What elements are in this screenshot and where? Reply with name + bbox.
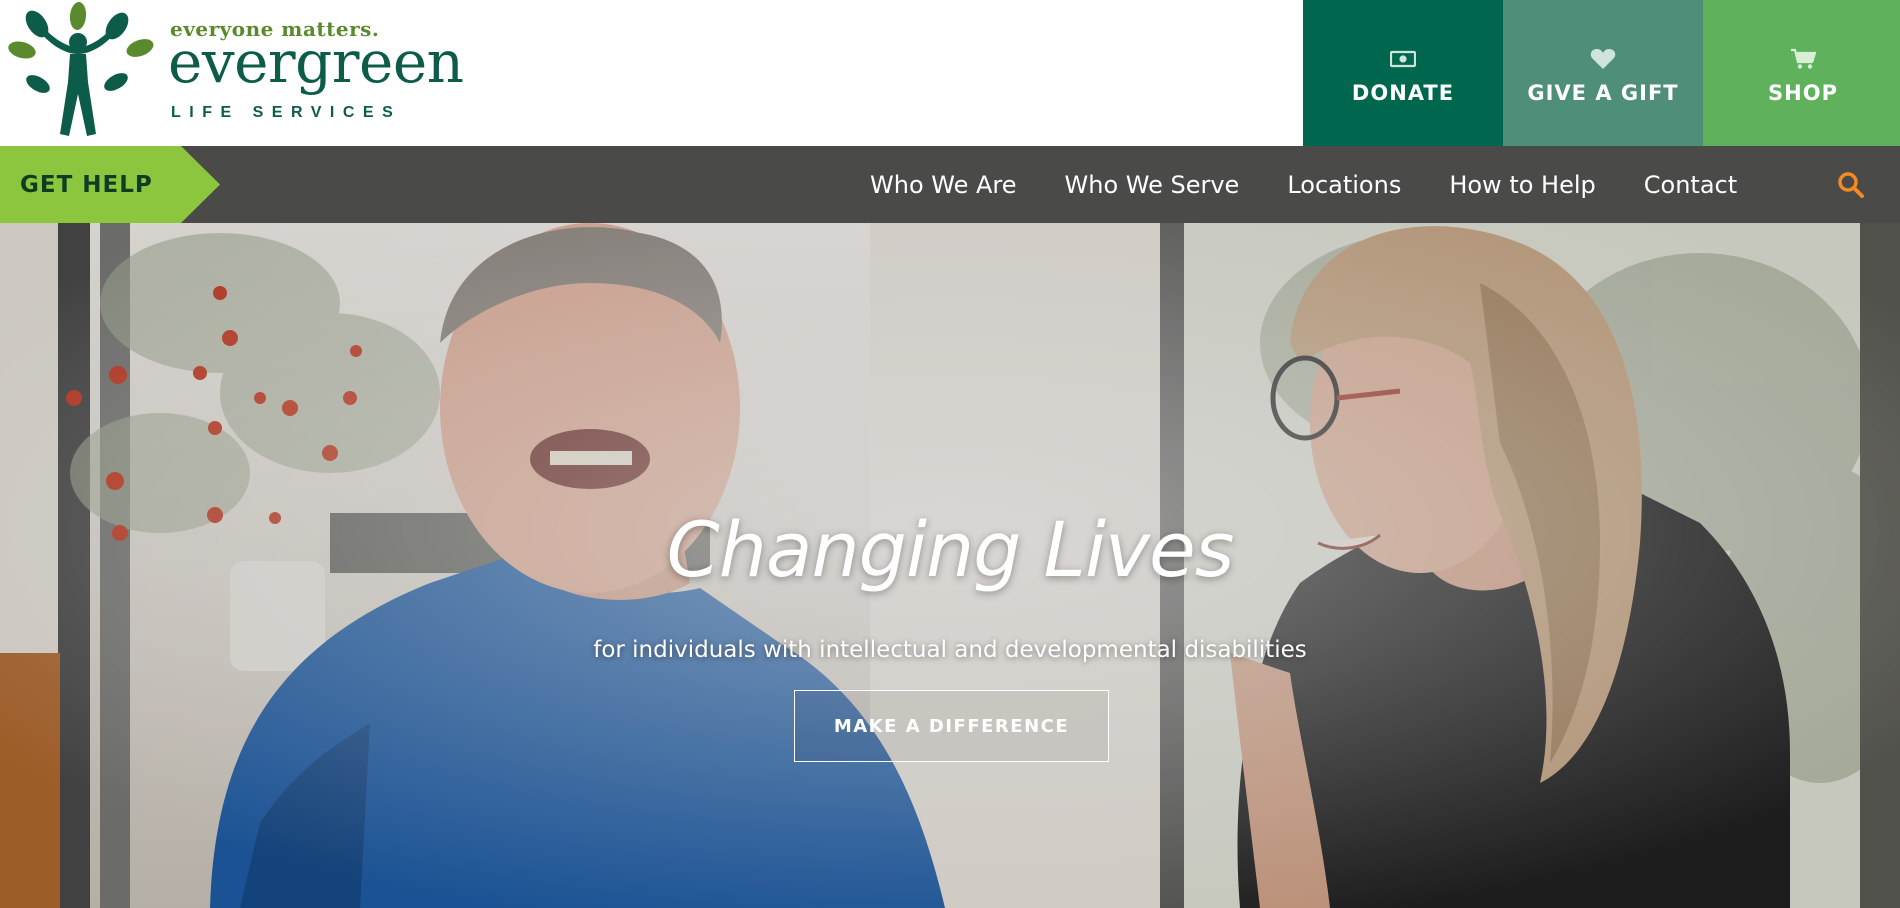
nav-link-who-we-are[interactable]: Who We Are (870, 171, 1017, 199)
search-icon[interactable] (1836, 170, 1866, 200)
nav-link-contact[interactable]: Contact (1644, 171, 1737, 199)
shop-button[interactable]: SHOP (1703, 0, 1900, 146)
nav-link-who-we-serve[interactable]: Who We Serve (1065, 171, 1240, 199)
main-navigation: GET HELP Who We Are Who We Serve Locatio… (0, 146, 1900, 223)
logo[interactable]: everyone matters. evergreen LIFE SERVICE… (8, 2, 464, 142)
nav-link-locations[interactable]: Locations (1287, 171, 1401, 199)
donate-button[interactable]: DONATE (1303, 0, 1503, 146)
nav-link-how-to-help[interactable]: How to Help (1449, 171, 1595, 199)
tree-person-logo-icon (8, 2, 154, 136)
logo-name: evergreen (168, 28, 464, 96)
make-a-difference-button[interactable]: MAKE A DIFFERENCE (794, 690, 1109, 762)
shop-label: SHOP (1768, 81, 1838, 105)
money-icon (1388, 47, 1418, 71)
get-help-label: GET HELP (20, 172, 153, 198)
hero-banner: Changing Lives for individuals with inte… (0, 223, 1900, 908)
get-help-button[interactable]: GET HELP (0, 146, 220, 223)
hero-subtitle: for individuals with intellectual and de… (593, 637, 1307, 663)
hero-title: Changing Lives (666, 505, 1235, 594)
logo-subtitle: LIFE SERVICES (171, 104, 402, 121)
heart-icon (1588, 47, 1618, 71)
donate-label: DONATE (1351, 81, 1455, 105)
top-actions: DONATE GIVE A GIFT SHOP (1303, 0, 1900, 146)
site-header: everyone matters. evergreen LIFE SERVICE… (0, 0, 1900, 146)
give-a-gift-button[interactable]: GIVE A GIFT (1503, 0, 1703, 146)
nav-links: Who We Are Who We Serve Locations How to… (870, 146, 1737, 223)
cart-icon (1788, 47, 1818, 71)
give-a-gift-label: GIVE A GIFT (1527, 81, 1679, 105)
